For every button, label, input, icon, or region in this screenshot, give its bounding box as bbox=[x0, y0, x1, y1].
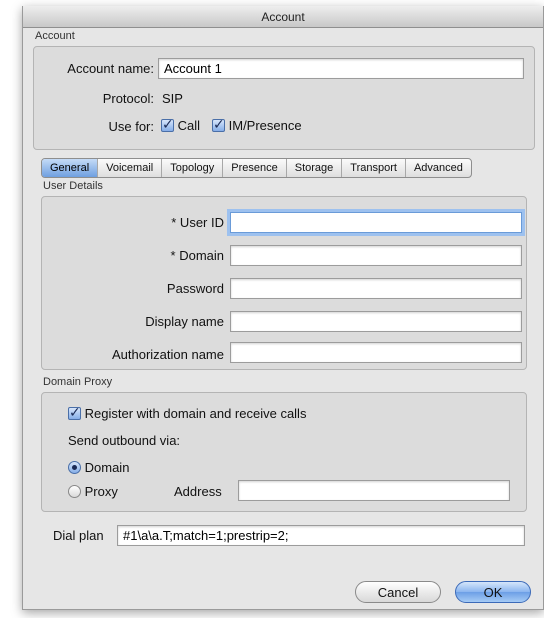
dial-plan-label: Dial plan bbox=[53, 528, 104, 543]
tab-advanced[interactable]: Advanced bbox=[406, 159, 471, 177]
use-for-label: Use for: bbox=[108, 119, 154, 134]
tab-topology[interactable]: Topology bbox=[162, 159, 224, 177]
proxy-radio[interactable] bbox=[68, 485, 81, 498]
checkmark-icon: ✓ bbox=[213, 116, 225, 132]
register-label: Register with domain and receive calls bbox=[84, 406, 307, 421]
register-option[interactable]: ✓ Register with domain and receive calls bbox=[68, 404, 307, 421]
tab-presence[interactable]: Presence bbox=[223, 159, 287, 177]
call-option[interactable]: ✓ Call bbox=[161, 116, 201, 133]
register-checkbox[interactable]: ✓ bbox=[68, 404, 81, 420]
domain-proxy-label: Domain Proxy bbox=[43, 376, 113, 388]
account-section-label: Account bbox=[35, 30, 75, 42]
account-name-label: Account name: bbox=[67, 61, 154, 76]
tab-general[interactable]: General bbox=[42, 159, 99, 177]
domain-radio-option[interactable]: Domain bbox=[68, 460, 129, 475]
proxy-radio-option[interactable]: Proxy bbox=[68, 484, 118, 499]
protocol-value: SIP bbox=[162, 91, 183, 106]
cancel-button[interactable]: Cancel bbox=[355, 581, 441, 603]
im-presence-option[interactable]: ✓ IM/Presence bbox=[212, 116, 302, 133]
domain-radio[interactable] bbox=[68, 461, 81, 474]
proxy-radio-label: Proxy bbox=[84, 484, 118, 499]
authorization-name-input[interactable] bbox=[230, 342, 522, 363]
account-dialog: Account Account Account name: Protocol: … bbox=[22, 6, 544, 610]
domain-proxy-groupbox: ✓ Register with domain and receive calls… bbox=[41, 392, 527, 512]
tab-voicemail[interactable]: Voicemail bbox=[98, 159, 163, 177]
checkmark-icon: ✓ bbox=[162, 116, 174, 132]
tab-transport[interactable]: Transport bbox=[342, 159, 406, 177]
protocol-label: Protocol: bbox=[102, 91, 154, 106]
call-checkbox[interactable]: ✓ bbox=[161, 116, 174, 132]
display-name-label: Display name bbox=[145, 314, 224, 329]
user-id-input[interactable] bbox=[230, 212, 522, 233]
address-input[interactable] bbox=[238, 480, 510, 501]
domain-radio-label: Domain bbox=[84, 460, 130, 475]
domain-label: * Domain bbox=[170, 248, 224, 263]
user-details-label: User Details bbox=[43, 180, 103, 192]
account-name-input[interactable] bbox=[158, 58, 524, 79]
call-label: Call bbox=[177, 118, 201, 133]
dial-plan-input[interactable] bbox=[117, 525, 525, 546]
send-outbound-label: Send outbound via: bbox=[68, 433, 181, 448]
ok-button[interactable]: OK bbox=[455, 581, 531, 603]
password-label: Password bbox=[166, 281, 224, 296]
im-presence-checkbox[interactable]: ✓ bbox=[212, 116, 225, 132]
checkmark-icon: ✓ bbox=[69, 404, 81, 420]
domain-input[interactable] bbox=[230, 245, 522, 266]
user-id-label: * User ID bbox=[171, 215, 224, 230]
password-input[interactable] bbox=[230, 278, 522, 299]
address-label: Address bbox=[174, 484, 222, 499]
display-name-input[interactable] bbox=[230, 311, 522, 332]
user-details-groupbox: * User ID * Domain Password Display name… bbox=[41, 196, 527, 370]
authorization-name-label: Authorization name bbox=[111, 347, 224, 362]
tab-bar: General Voicemail Topology Presence Stor… bbox=[41, 158, 472, 178]
tab-storage[interactable]: Storage bbox=[287, 159, 343, 177]
account-groupbox: Account name: Protocol: SIP Use for: ✓ C… bbox=[33, 46, 535, 150]
window-title: Account bbox=[23, 6, 543, 28]
im-presence-label: IM/Presence bbox=[228, 118, 302, 133]
